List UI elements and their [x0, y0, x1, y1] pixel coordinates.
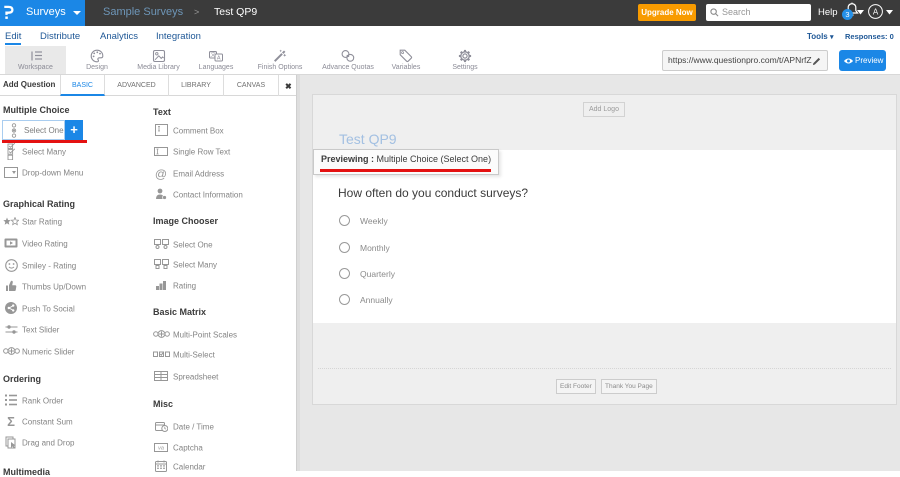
svg-text:va: va — [158, 445, 164, 451]
svg-text:A: A — [873, 7, 879, 16]
svg-text:文: 文 — [210, 51, 216, 59]
svg-text:3: 3 — [845, 10, 849, 19]
svg-text:A: A — [217, 56, 221, 62]
